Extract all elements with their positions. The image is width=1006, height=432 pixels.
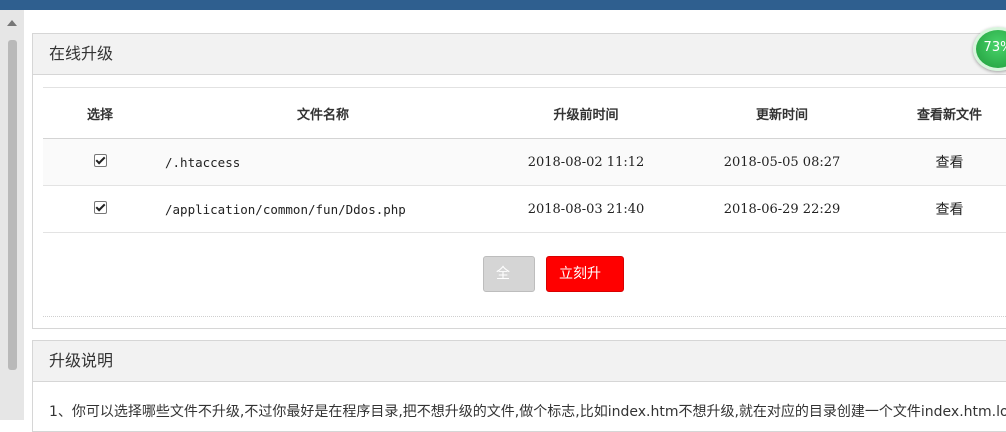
- scroll-up-arrow-icon[interactable]: [7, 20, 17, 26]
- scrollbar-thumb[interactable]: [8, 40, 17, 370]
- update-time-cell: 2018-05-05 08:27: [683, 138, 881, 186]
- upgrade-info-title: 升级说明: [33, 341, 1006, 382]
- row-checkbox-cell: [43, 185, 157, 233]
- divider: [43, 316, 1006, 317]
- filename-cell: /.htaccess: [157, 138, 489, 186]
- online-upgrade-title: 在线升级: [33, 34, 1006, 75]
- update-time-cell: 2018-06-29 22:29: [683, 185, 881, 233]
- before-time-cell: 2018-08-02 11:12: [489, 138, 683, 186]
- select-checkbox[interactable]: [93, 153, 107, 167]
- view-link[interactable]: 查看: [881, 185, 1006, 233]
- upgrade-now-button[interactable]: 立刻升级: [546, 256, 624, 316]
- table-header-row: 选择 文件名称 升级前时间 更新时间 查看新文件: [43, 87, 1006, 139]
- select-checkbox[interactable]: [93, 200, 107, 214]
- top-frame-strip: [0, 0, 1006, 10]
- upgrade-file-table: 选择 文件名称 升级前时间 更新时间 查看新文件 /.htaccess 2018…: [43, 87, 1006, 233]
- select-all-button[interactable]: 全选: [483, 256, 535, 316]
- before-time-cell: 2018-08-03 21:40: [489, 185, 683, 233]
- header-filename: 文件名称: [157, 87, 489, 139]
- row-checkbox-cell: [43, 138, 157, 186]
- header-before-time: 升级前时间: [489, 87, 683, 139]
- left-scrollbar[interactable]: [0, 10, 25, 420]
- header-select: 选择: [43, 87, 157, 139]
- upgrade-info-panel: 升级说明 1、你可以选择哪些文件不升级,不过你最好是在程序目录,把不想升级的文件…: [32, 340, 1006, 432]
- table-row: /application/common/fun/Ddos.php 2018-08…: [43, 185, 1006, 233]
- filename-cell: /application/common/fun/Ddos.php: [157, 185, 489, 233]
- header-update-time: 更新时间: [683, 87, 881, 139]
- main-content: 在线升级 选择 文件名称 升级前时间 更新时间 查看新文件 /.htaccess…: [24, 10, 1006, 432]
- online-upgrade-panel: 在线升级 选择 文件名称 升级前时间 更新时间 查看新文件 /.htaccess…: [32, 33, 1006, 329]
- header-view-file: 查看新文件: [881, 87, 1006, 139]
- upgrade-note-text: 1、你可以选择哪些文件不升级,不过你最好是在程序目录,把不想升级的文件,做个标志…: [49, 404, 1006, 420]
- table-row: /.htaccess 2018-08-02 11:12 2018-05-05 0…: [43, 138, 1006, 186]
- view-link[interactable]: 查看: [881, 138, 1006, 186]
